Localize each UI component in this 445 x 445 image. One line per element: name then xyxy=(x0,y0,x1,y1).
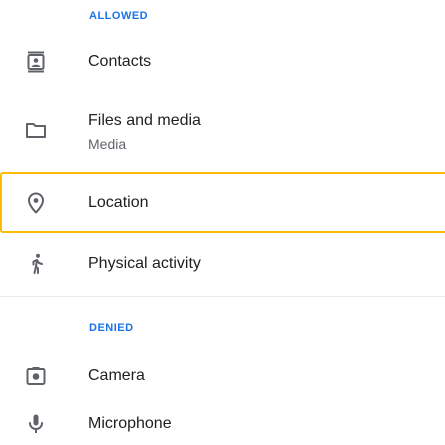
permission-label: Microphone xyxy=(88,415,172,432)
permission-item-physical-activity[interactable]: Physical activity xyxy=(0,238,445,290)
permission-label: Camera xyxy=(88,367,145,384)
running-person-icon xyxy=(24,252,48,276)
permission-item-camera[interactable]: Camera xyxy=(0,350,445,402)
denied-section-header: DENIED xyxy=(89,322,134,334)
allowed-section-header: ALLOWED xyxy=(89,10,149,22)
camera-icon xyxy=(24,364,48,388)
permission-item-files-and-media[interactable]: Files and media Media xyxy=(0,96,445,162)
permission-item-contacts[interactable]: Contacts xyxy=(0,36,445,90)
section-divider xyxy=(0,296,445,297)
permission-label: Files and media xyxy=(88,112,201,129)
microphone-icon xyxy=(24,412,48,436)
location-pin-icon xyxy=(24,191,48,215)
permission-label: Location xyxy=(88,194,149,211)
permission-item-microphone[interactable]: Microphone xyxy=(0,404,445,445)
permission-label: Physical activity xyxy=(88,255,201,272)
permission-item-location[interactable]: Location xyxy=(0,172,445,233)
permission-label: Contacts xyxy=(88,53,152,70)
contacts-icon xyxy=(24,50,48,74)
permission-sublabel: Media xyxy=(88,136,127,152)
folder-icon xyxy=(24,118,48,142)
app-permissions-screen: ALLOWED Contacts Files and media Media L… xyxy=(0,0,445,445)
